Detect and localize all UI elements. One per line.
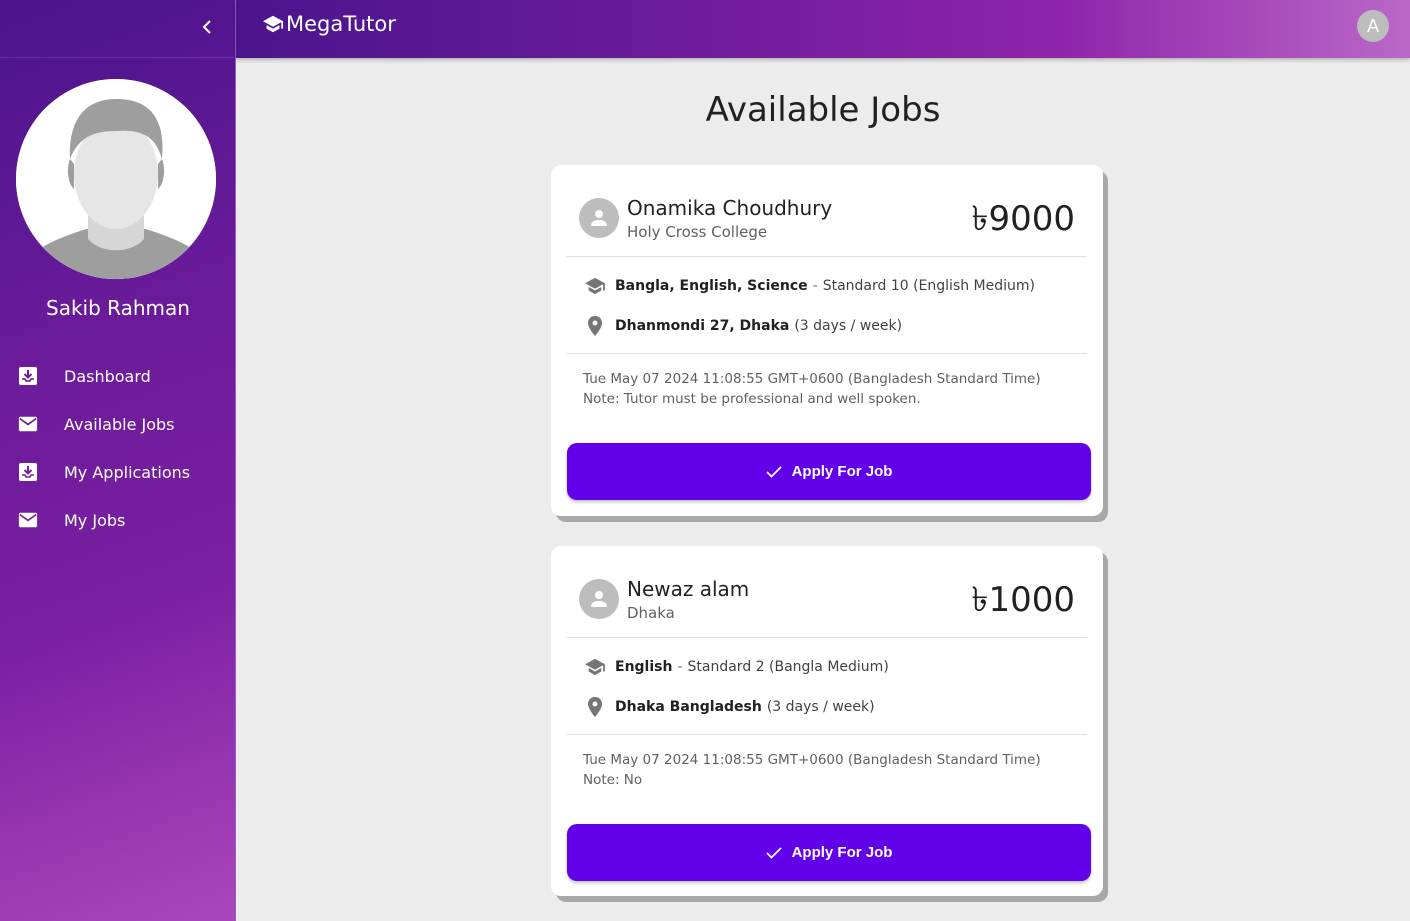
client-name: Onamika Choudhury (627, 196, 833, 220)
job-card: Onamika Choudhury Holy Cross College ৳90… (551, 165, 1103, 516)
subjects-row: Bangla, English, Science - Standard 10 (… (583, 275, 1035, 297)
sidebar-item-label: Dashboard (64, 366, 151, 386)
salary-amount: ৳1000 (971, 580, 1075, 620)
job-details: Bangla, English, Science - Standard 10 (… (567, 257, 1087, 354)
location-pin-icon (583, 315, 607, 337)
school-icon (583, 275, 607, 297)
job-card-header: Onamika Choudhury Holy Cross College ৳90… (567, 165, 1087, 257)
mail-icon (18, 510, 38, 530)
job-card-header: Newaz alam Dhaka ৳1000 (567, 546, 1087, 638)
job-meta: Tue May 07 2024 11:08:55 GMT+0600 (Bangl… (567, 354, 1087, 442)
user-name: Sakib Rahman (46, 296, 190, 320)
standard: Standard 2 (Bangla Medium) (687, 659, 889, 675)
location-pin-icon (583, 696, 607, 718)
location: Dhaka Bangladesh (615, 699, 762, 715)
sidebar-item-dashboard[interactable]: Dashboard (0, 352, 236, 400)
sidebar-item-my-applications[interactable]: My Applications (0, 448, 236, 496)
subjects: Bangla, English, Science (615, 278, 808, 294)
separator: - (812, 278, 818, 294)
sidebar-item-label: Available Jobs (64, 414, 175, 434)
frequency: (3 days / week) (794, 318, 903, 334)
apply-button-label: Apply For Job (791, 463, 893, 480)
job-card: Newaz alam Dhaka ৳1000 English - Standar… (551, 546, 1103, 896)
location-row: Dhanmondi 27, Dhaka (3 days / week) (583, 315, 902, 337)
job-meta: Tue May 07 2024 11:08:55 GMT+0600 (Bangl… (567, 735, 1087, 823)
client-institution: Dhaka (627, 604, 675, 622)
client-avatar (579, 579, 619, 619)
job-note: Note: No (583, 772, 643, 788)
posted-date: Tue May 07 2024 11:08:55 GMT+0600 (Bangl… (583, 752, 1041, 768)
check-icon (765, 465, 782, 478)
apply-for-job-button[interactable]: Apply For Job (567, 824, 1091, 881)
salary-amount: ৳9000 (971, 199, 1075, 239)
sidebar-item-available-jobs[interactable]: Available Jobs (0, 400, 236, 448)
sidebar: Sakib Rahman Dashboard Available Jobs My… (0, 0, 236, 921)
location-row: Dhaka Bangladesh (3 days / week) (583, 696, 875, 718)
subjects-row: English - Standard 2 (Bangla Medium) (583, 656, 889, 678)
job-details: English - Standard 2 (Bangla Medium) Dha… (567, 638, 1087, 735)
check-icon (765, 846, 782, 859)
graduation-cap-icon (262, 15, 284, 33)
profile-avatar (16, 79, 216, 279)
inbox-download-icon (18, 366, 38, 386)
account-avatar-button[interactable]: A (1357, 10, 1389, 42)
school-icon (583, 656, 607, 678)
inbox-download-icon (18, 462, 38, 482)
location: Dhanmondi 27, Dhaka (615, 318, 790, 334)
posted-date: Tue May 07 2024 11:08:55 GMT+0600 (Bangl… (583, 371, 1041, 387)
chevron-left-icon (202, 20, 211, 34)
sidebar-item-label: My Jobs (64, 510, 126, 530)
app-bar: MegaTutor A (236, 0, 1410, 58)
job-note: Note: Tutor must be professional and wel… (583, 391, 921, 407)
standard: Standard 10 (English Medium) (822, 278, 1035, 294)
apply-for-job-button[interactable]: Apply For Job (567, 443, 1091, 500)
frequency: (3 days / week) (766, 699, 875, 715)
subjects: English (615, 659, 673, 675)
mail-icon (18, 414, 38, 434)
apply-button-label: Apply For Job (791, 844, 893, 861)
page-title: Available Jobs (705, 90, 941, 130)
sidebar-item-my-jobs[interactable]: My Jobs (0, 496, 236, 544)
sidebar-nav: Dashboard Available Jobs My Applications… (0, 352, 236, 544)
sidebar-item-label: My Applications (64, 462, 191, 482)
person-silhouette-icon (16, 79, 216, 279)
separator: - (677, 659, 683, 675)
client-name: Newaz alam (627, 577, 750, 601)
person-icon (591, 210, 607, 226)
sidebar-header (0, 0, 235, 58)
client-institution: Holy Cross College (627, 223, 768, 241)
brand-name: MegaTutor (286, 12, 396, 36)
person-icon (591, 591, 607, 607)
collapse-sidebar-button[interactable] (196, 16, 218, 38)
brand-logo[interactable]: MegaTutor (262, 12, 396, 36)
client-avatar (579, 198, 619, 238)
